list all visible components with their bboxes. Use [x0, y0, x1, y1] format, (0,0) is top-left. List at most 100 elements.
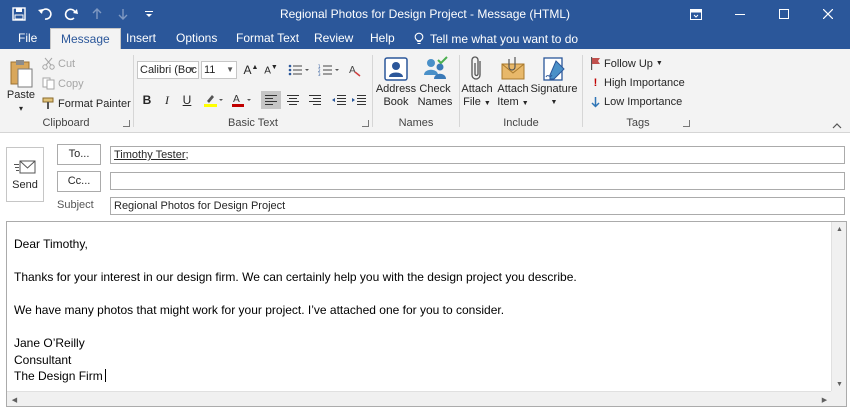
italic-icon[interactable]: I	[157, 91, 177, 109]
tab-insert[interactable]: Insert	[126, 28, 156, 49]
check-names-icon	[424, 56, 448, 79]
group-divider	[582, 55, 583, 127]
recipient-separator: ;	[185, 149, 189, 161]
scroll-down-arrow-icon[interactable]: ▼	[833, 378, 846, 391]
include-group-label: Include	[503, 117, 539, 129]
signature-icon	[543, 57, 565, 81]
align-center-icon[interactable]	[283, 91, 303, 109]
signature-name: Jane O’Reilly	[14, 336, 85, 350]
highlight-color-icon[interactable]	[201, 91, 227, 109]
check-names-button[interactable]: Check Names	[416, 55, 454, 109]
tags-group-label: Tags	[626, 117, 650, 129]
flag-icon	[591, 57, 600, 70]
group-divider	[133, 55, 134, 127]
align-right-icon[interactable]	[305, 91, 325, 109]
close-icon[interactable]	[806, 0, 850, 28]
tab-review[interactable]: Review	[314, 28, 353, 49]
maximize-icon[interactable]	[762, 0, 806, 28]
tab-options[interactable]: Options	[176, 28, 217, 49]
collapse-ribbon-icon[interactable]	[832, 118, 842, 129]
paste-label: Paste	[6, 89, 36, 101]
tab-format-text[interactable]: Format Text	[236, 28, 299, 49]
address-book-line2: Book	[383, 96, 409, 108]
font-size-combo[interactable]: 11 ▼	[201, 61, 237, 79]
format-painter-button[interactable]: Format Painter	[42, 97, 131, 110]
tab-help[interactable]: Help	[370, 28, 395, 49]
paste-button[interactable]: Paste ▾	[6, 59, 36, 115]
clipboard-dialog-launcher[interactable]	[123, 120, 130, 127]
cc-button[interactable]: Cc...	[57, 171, 101, 192]
low-importance-button[interactable]: Low Importance	[590, 96, 682, 108]
scroll-right-arrow-icon[interactable]: ▶	[818, 393, 831, 406]
high-importance-button[interactable]: ! High Importance	[590, 77, 685, 89]
align-left-icon[interactable]	[261, 91, 281, 109]
scroll-left-arrow-icon[interactable]: ◀	[8, 393, 21, 406]
tags-dialog-launcher[interactable]	[683, 120, 690, 127]
clipboard-group: Paste ▾ Cut Copy Format Painter Clipboar…	[0, 53, 132, 131]
tab-message[interactable]: Message	[50, 28, 121, 49]
send-button[interactable]: Send	[6, 147, 44, 202]
high-importance-label: High Importance	[604, 77, 685, 89]
tab-file[interactable]: File	[18, 28, 37, 49]
basic-text-dialog-launcher[interactable]	[362, 120, 369, 127]
scroll-up-arrow-icon[interactable]: ▲	[833, 223, 846, 236]
follow-up-button[interactable]: Follow Up ▼	[590, 57, 663, 70]
signature-button[interactable]: Signature ▼	[530, 55, 578, 109]
message-text[interactable]: Dear Timothy, Thanks for your interest i…	[14, 236, 577, 385]
title-bar: Regional Photos for Design Project - Mes…	[0, 0, 850, 28]
scissors-icon	[42, 57, 55, 70]
chevron-down-icon: ▼	[226, 65, 234, 74]
svg-text:3: 3	[318, 72, 321, 76]
cc-field[interactable]	[110, 172, 845, 190]
increase-indent-icon[interactable]	[349, 91, 369, 109]
horizontal-scrollbar[interactable]: ◀ ▶	[7, 391, 832, 406]
font-color-icon[interactable]: A	[229, 91, 255, 109]
subject-label: Subject	[57, 199, 94, 211]
recipient-name[interactable]: Timothy Tester	[114, 149, 186, 161]
minimize-icon[interactable]	[718, 0, 762, 28]
attach-file-button[interactable]: Attach File ▼	[461, 55, 493, 110]
follow-up-label: Follow Up	[604, 57, 653, 70]
include-group: Attach File ▼ Attach Item ▼ Signature ▼ …	[461, 53, 581, 131]
bold-icon[interactable]: B	[137, 91, 157, 109]
format-painter-label: Format Painter	[58, 97, 131, 110]
signature-label: Signature	[530, 83, 578, 95]
cut-button[interactable]: Cut	[42, 57, 75, 70]
tags-group: Follow Up ▼ ! High Importance Low Import…	[584, 53, 692, 131]
decrease-indent-icon[interactable]	[329, 91, 349, 109]
to-field[interactable]: Timothy Tester;	[110, 146, 845, 164]
attach-item-line2: Item	[497, 96, 519, 108]
names-group: Address Book Check Names Names	[374, 53, 458, 131]
address-book-line1: Address	[375, 83, 417, 95]
check-names-line1: Check	[419, 83, 451, 95]
clipboard-group-label: Clipboard	[42, 117, 90, 129]
clear-formatting-icon[interactable]: A	[345, 61, 365, 79]
to-button[interactable]: To...	[57, 144, 101, 165]
attach-file-line1: Attach	[461, 83, 493, 95]
address-book-icon	[384, 57, 408, 81]
address-book-button[interactable]: Address Book	[376, 55, 416, 109]
font-name-combo[interactable]: Calibri (Boc ▼	[137, 61, 199, 79]
window-controls	[674, 0, 850, 28]
underline-icon[interactable]: U	[177, 91, 197, 109]
numbering-icon[interactable]: 123	[315, 61, 343, 79]
send-icon	[14, 160, 36, 173]
bullets-icon[interactable]	[285, 61, 313, 79]
tell-me-box[interactable]: Tell me what you want to do	[414, 28, 578, 49]
vertical-scrollbar[interactable]: ▲ ▼	[831, 222, 846, 392]
shrink-font-icon[interactable]: A▼	[261, 61, 281, 79]
subject-field[interactable]: Regional Photos for Design Project	[110, 197, 845, 215]
copy-button[interactable]: Copy	[42, 77, 84, 90]
message-body[interactable]: Dear Timothy, Thanks for your interest i…	[6, 221, 847, 407]
signature-title: Consultant	[14, 352, 72, 367]
attach-item-line1: Attach	[497, 83, 529, 95]
basic-text-group-label: Basic Text	[228, 117, 278, 129]
ribbon-display-options-icon[interactable]	[674, 0, 718, 28]
svg-text:A: A	[233, 94, 240, 105]
attach-item-button[interactable]: Attach Item ▼	[495, 55, 531, 110]
copy-label: Copy	[58, 77, 84, 90]
group-divider	[459, 55, 460, 127]
font-size-value: 11	[204, 64, 216, 76]
grow-font-icon[interactable]: A▲	[241, 61, 261, 79]
down-arrow-icon	[591, 97, 600, 108]
